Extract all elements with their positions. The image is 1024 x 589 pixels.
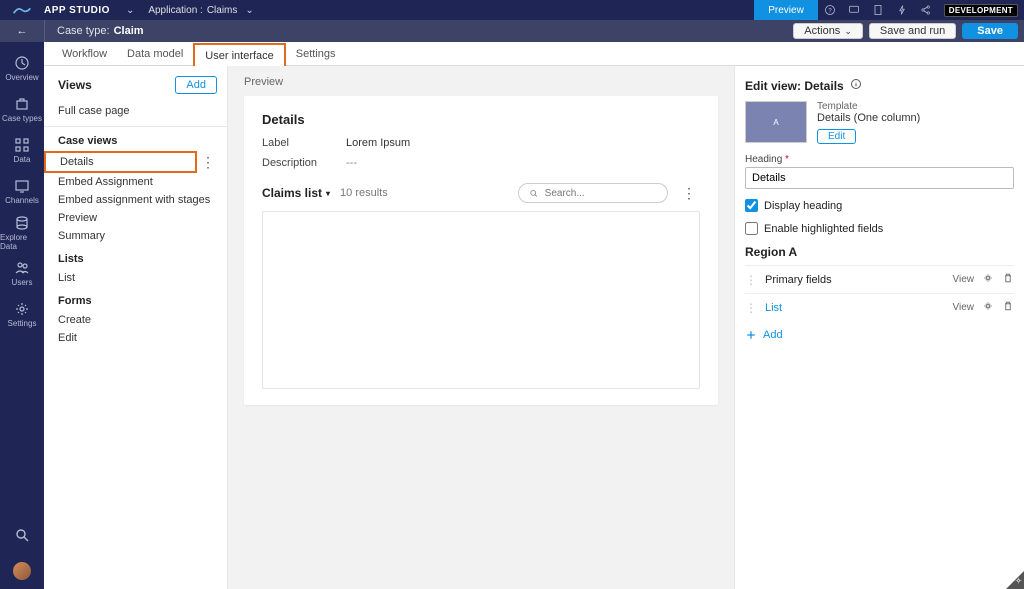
desc-key: Description: [262, 157, 346, 169]
logo-icon: [0, 4, 44, 16]
edit-template-button[interactable]: Edit: [817, 129, 856, 144]
breadcrumb: Case type: Claim: [44, 20, 144, 42]
view-item-summary[interactable]: Summary: [44, 227, 227, 245]
view-item-details[interactable]: Details: [44, 151, 197, 173]
application-label: Application :: [142, 5, 202, 16]
corner-gear-icon[interactable]: [1014, 574, 1023, 588]
info-icon[interactable]: [850, 78, 862, 93]
rail-search-icon[interactable]: [0, 517, 44, 553]
view-item-embed-assignment[interactable]: Embed Assignment: [44, 173, 227, 191]
trash-icon[interactable]: [1002, 300, 1014, 315]
application-name[interactable]: Claims: [203, 5, 238, 16]
template-label: Template: [817, 101, 920, 112]
view-item-edit[interactable]: Edit: [44, 329, 227, 347]
environment-tag: DEVELOPMENT: [944, 4, 1018, 17]
heading-input[interactable]: [745, 167, 1014, 189]
tab-datamodel[interactable]: Data model: [117, 42, 193, 65]
lists-section: Lists: [44, 245, 227, 269]
desc-value: ---: [346, 157, 357, 169]
chat-icon[interactable]: [842, 0, 866, 20]
actions-button[interactable]: Actions⌄: [793, 23, 863, 39]
views-title: Views: [58, 78, 92, 92]
enable-highlighted-checkbox[interactable]: [745, 222, 758, 235]
search-input[interactable]: [545, 188, 657, 199]
preview-button[interactable]: Preview: [754, 0, 818, 20]
edit-panel: Edit view: Details A Template Details (O…: [734, 66, 1024, 589]
app-switcher[interactable]: ⌄: [118, 5, 142, 16]
claims-list-body: [262, 211, 700, 389]
case-views-section: Case views: [44, 127, 227, 151]
label-key: Label: [262, 137, 346, 149]
search-box[interactable]: [518, 183, 668, 203]
region-item-name[interactable]: List: [765, 302, 782, 314]
template-thumbnail: A: [745, 101, 807, 143]
add-view-button[interactable]: Add: [175, 76, 217, 94]
preview-card: Details LabelLorem Ipsum Description--- …: [244, 96, 718, 405]
rail-item-casetypes[interactable]: Case types: [0, 89, 44, 130]
plus-icon: [745, 329, 757, 341]
region-view-link[interactable]: View: [953, 274, 975, 285]
preview-heading: Details: [262, 112, 700, 127]
claims-list-count: 10 results: [340, 187, 388, 199]
svg-text:?: ?: [828, 8, 832, 14]
region-item-name: Primary fields: [765, 274, 832, 286]
bolt-icon[interactable]: [890, 0, 914, 20]
rail-avatar[interactable]: [0, 553, 44, 589]
left-rail: Overview Case types Data Channels Explor…: [0, 42, 44, 589]
clipboard-icon[interactable]: [866, 0, 890, 20]
help-icon[interactable]: ?: [818, 0, 842, 20]
tabstrip: Workflow Data model User interface Setti…: [44, 42, 1024, 66]
region-row-list: ⋮ List View: [745, 293, 1014, 321]
tab-workflow[interactable]: Workflow: [52, 42, 117, 65]
list-menu-icon[interactable]: ⋮: [678, 185, 700, 202]
views-panel: Views Add Full case page Case views Deta…: [44, 66, 228, 589]
region-view-link[interactable]: View: [953, 302, 975, 313]
view-item-menu-icon[interactable]: ⋮: [197, 154, 219, 171]
rail-item-overview[interactable]: Overview: [0, 48, 44, 89]
share-icon[interactable]: [914, 0, 938, 20]
grip-icon[interactable]: ⋮: [745, 273, 757, 287]
enable-highlighted-check[interactable]: Enable highlighted fields: [745, 222, 1014, 235]
tab-userinterface[interactable]: User interface: [193, 43, 285, 66]
preview-panel: Preview Details LabelLorem Ipsum Descrip…: [228, 66, 734, 589]
rail-item-data[interactable]: Data: [0, 130, 44, 171]
full-case-page-item[interactable]: Full case page: [44, 102, 227, 120]
gear-icon[interactable]: [982, 300, 994, 315]
application-dropdown-icon[interactable]: ⌄: [237, 5, 261, 16]
sub-header: ← Case type: Claim Actions⌄ Save and run…: [0, 20, 1024, 42]
heading-label: Heading *: [745, 154, 1014, 165]
rail-item-users[interactable]: Users: [0, 253, 44, 294]
template-name: Details (One column): [817, 112, 920, 124]
gear-icon[interactable]: [982, 272, 994, 287]
grip-icon[interactable]: ⋮: [745, 301, 757, 315]
region-a-heading: Region A: [745, 245, 1014, 259]
forms-section: Forms: [44, 287, 227, 311]
edit-view-title: Edit view: Details: [745, 79, 844, 93]
view-item-create[interactable]: Create: [44, 311, 227, 329]
view-item-list[interactable]: List: [44, 269, 227, 287]
view-item-preview[interactable]: Preview: [44, 209, 227, 227]
claims-list-title[interactable]: Claims list▾: [262, 186, 330, 200]
display-heading-checkbox[interactable]: [745, 199, 758, 212]
preview-label: Preview: [244, 76, 718, 88]
rail-item-channels[interactable]: Channels: [0, 171, 44, 212]
rail-item-settings[interactable]: Settings: [0, 294, 44, 335]
app-studio-title: APP STUDIO: [44, 5, 118, 16]
view-item-embed-assignment-stages[interactable]: Embed assignment with stages: [44, 191, 227, 209]
label-value: Lorem Ipsum: [346, 137, 410, 149]
search-icon: [529, 188, 539, 199]
region-row-primary: ⋮ Primary fields View: [745, 265, 1014, 293]
save-and-run-button[interactable]: Save and run: [869, 23, 956, 39]
rail-item-exploredata[interactable]: Explore Data: [0, 212, 44, 253]
save-button[interactable]: Save: [962, 23, 1018, 39]
add-region-item[interactable]: Add: [745, 329, 1014, 341]
display-heading-check[interactable]: Display heading: [745, 199, 1014, 212]
trash-icon[interactable]: [1002, 272, 1014, 287]
back-button[interactable]: ←: [0, 25, 44, 37]
topbar: APP STUDIO ⌄ Application : Claims ⌄ Prev…: [0, 0, 1024, 20]
tab-settings[interactable]: Settings: [286, 42, 346, 65]
